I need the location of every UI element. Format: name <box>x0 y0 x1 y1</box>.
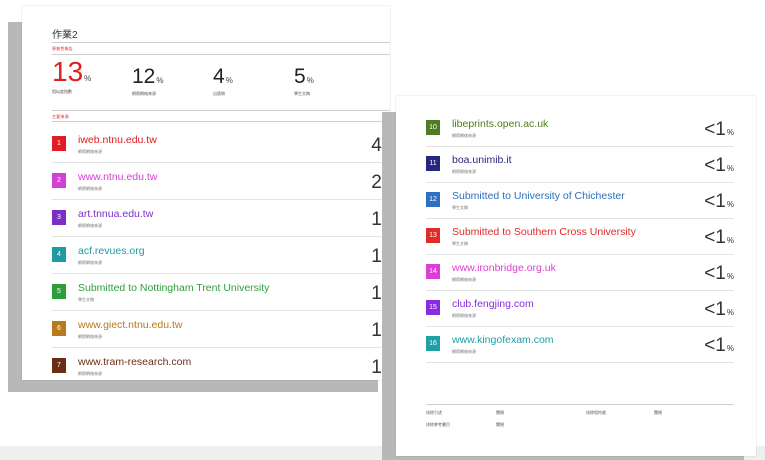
source-percentage: <1% <box>704 227 734 248</box>
source-number-badge: 6 <box>52 321 66 336</box>
source-name-link[interactable]: Submitted to University of Chichester <box>452 190 625 202</box>
student-papers-stat: 5% 學生文稿 <box>294 66 314 97</box>
source-name-link[interactable]: Submitted to Nottingham Trent University <box>78 282 269 294</box>
source-number-badge: 15 <box>426 300 440 315</box>
student-papers-unit: % <box>306 76 314 85</box>
source-type: 網際網絡來源 <box>452 169 476 174</box>
similarity-index-stat: 13% 相似度指數 <box>52 58 91 95</box>
source-number-badge: 10 <box>426 120 440 135</box>
source-type: 學生文稿 <box>452 205 468 210</box>
report-page-2: 10 libeprints.open.ac.uk 網際網絡來源 <1% 11 b… <box>396 96 756 456</box>
exclude-bibliography-label: 排除參考書目 <box>426 422 450 427</box>
divider <box>426 404 734 405</box>
source-row[interactable]: 6 www.giect.ntnu.edu.tw 網際網絡來源 1% <box>52 311 390 348</box>
source-name-link[interactable]: www.ironbridge.org.uk <box>452 262 556 274</box>
source-number-badge: 1 <box>52 136 66 151</box>
divider <box>52 121 390 122</box>
source-type: 網際網絡來源 <box>78 149 102 154</box>
source-row[interactable]: 1 iweb.ntnu.edu.tw 網際網絡來源 4% <box>52 126 390 163</box>
source-percentage: <1% <box>704 191 734 212</box>
source-name-link[interactable]: www.ntnu.edu.tw <box>78 171 157 183</box>
source-row[interactable]: 7 www.tram-research.com 網際網絡來源 1% <box>52 348 390 384</box>
source-name-link[interactable]: iweb.ntnu.edu.tw <box>78 134 157 146</box>
source-name-link[interactable]: libeprints.open.ac.uk <box>452 118 548 130</box>
source-name-link[interactable]: Submitted to Southern Cross University <box>452 226 636 238</box>
source-row[interactable]: 12 Submitted to University of Chichester… <box>426 182 734 219</box>
divider <box>52 42 390 43</box>
source-type: 網際網絡來源 <box>78 186 102 191</box>
source-name-link[interactable]: boa.unimib.it <box>452 154 512 166</box>
source-number-badge: 5 <box>52 284 66 299</box>
source-percentage: <1% <box>704 263 734 284</box>
source-row[interactable]: 16 www.kingofexam.com 網際網絡來源 <1% <box>426 326 734 363</box>
source-number-badge: 2 <box>52 173 66 188</box>
source-name-link[interactable]: acf.revues.org <box>78 245 145 257</box>
source-name-link[interactable]: www.kingofexam.com <box>452 334 554 346</box>
source-name-link[interactable]: www.giect.ntnu.edu.tw <box>78 319 182 331</box>
publications-stat: 4% 出版物 <box>213 66 233 97</box>
source-number-badge: 4 <box>52 247 66 262</box>
similarity-index-unit: % <box>84 74 92 83</box>
primary-sources-header: 主要來源 <box>52 114 69 119</box>
publications-label: 出版物 <box>213 91 225 96</box>
student-papers-label: 學生文稿 <box>294 91 310 96</box>
exclude-bibliography-value: 關閉 <box>496 422 504 427</box>
source-name-link[interactable]: art.tnnua.edu.tw <box>78 208 153 220</box>
internet-sources-value: 12 <box>132 65 156 88</box>
source-percentage: <1% <box>704 119 734 140</box>
publications-value: 4 <box>213 65 225 88</box>
divider <box>52 54 390 55</box>
document-title: 作業2 <box>52 30 78 41</box>
source-row[interactable]: 5 Submitted to Nottingham Trent Universi… <box>52 274 390 311</box>
internet-sources-unit: % <box>156 76 164 85</box>
source-row[interactable]: 4 acf.revues.org 網際網絡來源 1% <box>52 237 390 274</box>
internet-sources-stat: 12% 網際網絡來源 <box>132 66 163 97</box>
source-type: 網際網絡來源 <box>452 349 476 354</box>
source-row[interactable]: 2 www.ntnu.edu.tw 網際網絡來源 2% <box>52 163 390 200</box>
source-row[interactable]: 13 Submitted to Southern Cross Universit… <box>426 218 734 255</box>
source-row[interactable]: 10 libeprints.open.ac.uk 網際網絡來源 <1% <box>426 110 734 147</box>
source-percentage: <1% <box>704 155 734 176</box>
source-number-badge: 3 <box>52 210 66 225</box>
source-type: 網際網絡來源 <box>78 334 102 339</box>
originality-report-header: 原創性報告 <box>52 46 73 51</box>
divider <box>52 110 390 111</box>
student-papers-value: 5 <box>294 65 306 88</box>
source-percentage: <1% <box>704 335 734 356</box>
source-name-link[interactable]: www.tram-research.com <box>78 356 191 368</box>
exclude-matches-value: 關閉 <box>654 410 662 415</box>
source-type: 網際網絡來源 <box>452 277 476 282</box>
source-type: 網際網絡來源 <box>452 313 476 318</box>
source-name-link[interactable]: club.fengjing.com <box>452 298 534 310</box>
similarity-index-label: 相似度指數 <box>52 89 72 94</box>
source-row[interactable]: 15 club.fengjing.com 網際網絡來源 <1% <box>426 290 734 327</box>
source-row[interactable]: 11 boa.unimib.it 網際網絡來源 <1% <box>426 146 734 183</box>
source-type: 學生文稿 <box>452 241 468 246</box>
source-number-badge: 16 <box>426 336 440 351</box>
source-number-badge: 14 <box>426 264 440 279</box>
source-type: 網際網絡來源 <box>78 260 102 265</box>
source-row[interactable]: 3 art.tnnua.edu.tw 網際網絡來源 1% <box>52 200 390 237</box>
source-number-badge: 12 <box>426 192 440 207</box>
source-type: 學生文稿 <box>78 297 94 302</box>
source-type: 網際網絡來源 <box>452 133 476 138</box>
internet-sources-label: 網際網絡來源 <box>132 91 156 96</box>
publications-unit: % <box>225 76 233 85</box>
source-row[interactable]: 14 www.ironbridge.org.uk 網際網絡來源 <1% <box>426 254 734 291</box>
source-type: 網際網絡來源 <box>78 223 102 228</box>
source-number-badge: 11 <box>426 156 440 171</box>
exclude-matches-label: 排除相符處 <box>586 410 606 415</box>
exclude-quotes-label: 排除引述 <box>426 410 442 415</box>
source-number-badge: 7 <box>52 358 66 373</box>
exclude-quotes-value: 關閉 <box>496 410 504 415</box>
similarity-index-value: 13 <box>52 56 84 87</box>
source-number-badge: 13 <box>426 228 440 243</box>
source-percentage: <1% <box>704 299 734 320</box>
source-type: 網際網絡來源 <box>78 371 102 376</box>
report-page-1: 作業2 原創性報告 13% 相似度指數 12% 網際網絡來源 4% 出版物 5%… <box>22 6 390 380</box>
